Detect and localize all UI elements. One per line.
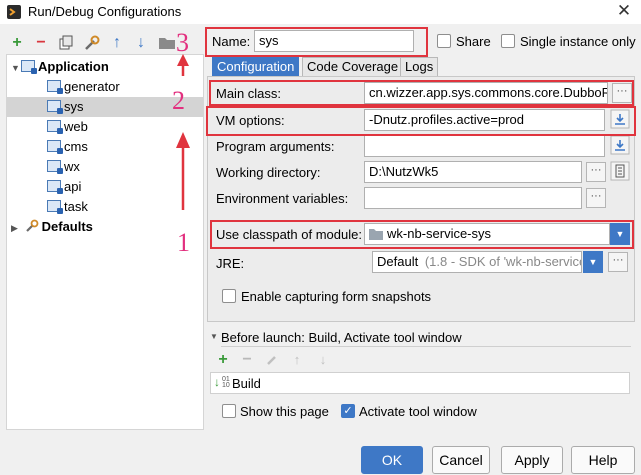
application-config-icon [47,100,63,114]
jre-hint: (1.8 - SDK of 'wk-nb-service [424,254,582,269]
application-config-icon [47,180,63,194]
working-directory-browse-button[interactable]: ··· [586,162,606,182]
tab-code-coverage[interactable]: Code Coverage [302,57,404,77]
app-icon [7,5,21,19]
before-launch-header: Before launch: Build, Activate tool wind… [221,330,462,345]
remove-icon[interactable]: − [32,34,50,52]
show-page-label: Show this page [240,404,329,419]
apply-button[interactable]: Apply [501,446,563,474]
jre-select[interactable]: Default (1.8 - SDK of 'wk-nb-service [372,251,582,273]
window-title: Run/Debug Configurations [28,4,182,19]
main-class-input[interactable]: cn.wizzer.app.sys.commons.core.DubboRp [364,82,608,104]
environment-variables-label: Environment variables: [216,191,349,206]
annotation-number-2: 2 [172,86,185,115]
move-down-icon[interactable]: ↓ [314,351,332,369]
move-down-icon[interactable]: ↓ [132,34,150,52]
single-instance-checkbox[interactable] [501,34,515,48]
list-item[interactable]: Build [232,376,261,391]
before-launch-list[interactable]: ↓ 01 10 Build [210,372,630,394]
tree-item-api[interactable]: api [47,177,81,197]
main-class-browse-button[interactable]: ··· [612,83,632,103]
program-arguments-label: Program arguments: [216,139,335,154]
wrench-icon [25,219,39,232]
share-label: Share [456,34,491,49]
move-up-icon[interactable]: ↑ [108,34,126,52]
expand-editor-icon[interactable] [610,135,630,155]
annotation-number-1: 1 [177,228,190,257]
chevron-down-icon[interactable]: ▼ [583,251,603,273]
tree-item-wx[interactable]: wx [47,157,80,177]
working-directory-label: Working directory: [216,165,321,180]
jre-browse-button[interactable]: ··· [608,252,628,272]
show-page-checkbox[interactable] [222,404,236,418]
add-task-icon[interactable]: + [214,351,232,369]
tree-item-task[interactable]: task [47,197,88,217]
tree-node-application[interactable]: ▼ Application [11,57,109,77]
divider [221,346,631,347]
vm-options-label: VM options: [216,113,285,128]
help-button[interactable]: Help [571,446,635,474]
tab-logs[interactable]: Logs [400,57,439,77]
tree-item-cms[interactable]: cms [47,137,88,157]
application-icon [21,60,37,74]
collapse-triangle-icon[interactable]: ▼ [210,332,218,341]
remove-task-icon[interactable]: − [238,351,256,369]
application-config-icon [47,140,63,154]
capture-form-checkbox[interactable] [222,289,236,303]
tree-item-generator[interactable]: generator [47,77,120,97]
folder-icon[interactable] [158,35,176,51]
ok-button[interactable]: OK [361,446,423,474]
jre-value: Default [377,254,419,269]
environment-variables-input[interactable] [364,187,582,209]
expand-editor-icon[interactable] [610,109,630,129]
wrench-icon[interactable] [83,34,101,52]
tree-node-defaults[interactable]: ▶ Defaults [11,217,93,237]
tab-configuration[interactable]: Configuration [212,57,300,77]
environment-variables-browse-button[interactable]: ··· [586,188,606,208]
activate-tool-window-checkbox[interactable]: ✓ [341,404,355,418]
vm-options-input[interactable]: -Dnutz.profiles.active=prod [364,109,605,131]
annotation-arrows [176,54,190,210]
expand-triangle-icon[interactable]: ▶ [11,218,21,238]
program-arguments-input[interactable] [364,135,605,157]
name-input[interactable]: sys [254,30,414,52]
chevron-down-icon[interactable]: ▼ [610,223,630,245]
move-up-icon[interactable]: ↑ [288,351,306,369]
jre-label: JRE: [216,256,245,271]
binary-icon: 01 10 [222,376,230,389]
share-checkbox[interactable] [437,34,451,48]
working-directory-input[interactable]: D:\NutzWk5 [364,161,582,183]
edit-icon[interactable] [266,354,278,366]
cancel-button[interactable]: Cancel [432,446,490,474]
application-config-icon [47,120,63,134]
name-label: Name: [212,34,251,49]
application-config-icon [47,200,63,214]
add-icon[interactable]: + [8,34,26,52]
classpath-module-select[interactable]: wk-nb-service-sys [364,223,610,245]
module-folder-icon [369,229,383,240]
application-config-icon [47,160,63,174]
copy-icon[interactable] [58,35,74,51]
single-instance-label: Single instance only [520,34,636,49]
macro-icon[interactable] [610,161,630,181]
activate-tool-window-label: Activate tool window [359,404,477,419]
annotation-number-3: 3 [176,28,189,57]
tree-item-web[interactable]: web [47,117,88,137]
main-class-label: Main class: [216,86,282,101]
application-config-icon [47,80,63,94]
build-icon: ↓ [214,375,220,389]
classpath-module-label: Use classpath of module: [216,227,362,242]
capture-form-label: Enable capturing form snapshots [241,289,432,304]
close-icon[interactable]: ✕ [612,1,636,21]
collapse-triangle-icon[interactable]: ▼ [11,58,21,78]
